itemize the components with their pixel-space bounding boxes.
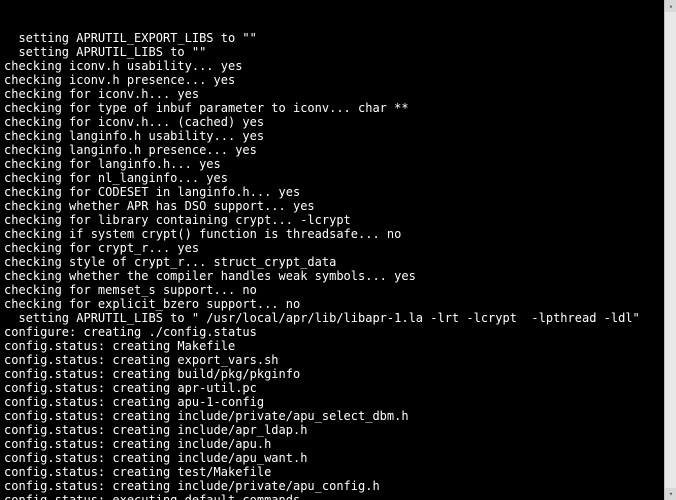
terminal-line: config.status: executing default command… [4,493,660,500]
terminal-line: checking for CODESET in langinfo.h... ye… [4,185,660,199]
scroll-up-button[interactable]: ▴ [665,0,676,12]
terminal-line: checking for type of inbuf parameter to … [4,101,660,115]
terminal-line: setting APRUTIL_LIBS to " /usr/local/apr… [4,311,660,325]
terminal-line: checking for iconv.h... yes [4,87,660,101]
terminal-line: checking iconv.h usability... yes [4,59,660,73]
terminal-line: checking iconv.h presence... yes [4,73,660,87]
terminal-line: checking for memset_s support... no [4,283,660,297]
terminal-line: config.status: creating include/apu.h [4,437,660,451]
terminal-line: config.status: creating test/Makefile [4,465,660,479]
terminal-line: setting APRUTIL_LIBS to "" [4,45,660,59]
terminal-line: checking for iconv.h... (cached) yes [4,115,660,129]
terminal-line: checking for explicit_bzero support... n… [4,297,660,311]
terminal-line: config.status: creating Makefile [4,339,660,353]
terminal-window[interactable]: setting APRUTIL_EXPORT_LIBS to "" settin… [0,0,664,500]
terminal-line: config.status: creating include/apr_ldap… [4,423,660,437]
terminal-line: checking for nl_langinfo... yes [4,171,660,185]
terminal-line: config.status: creating include/private/… [4,409,660,423]
terminal-line: checking langinfo.h usability... yes [4,129,660,143]
terminal-line: config.status: creating apr-util.pc [4,381,660,395]
terminal-line: checking whether the compiler handles we… [4,269,660,283]
terminal-line: config.status: creating include/private/… [4,479,660,493]
terminal-line: checking if system crypt() function is t… [4,227,660,241]
terminal-output: setting APRUTIL_EXPORT_LIBS to "" settin… [4,31,660,500]
terminal-line: checking for langinfo.h... yes [4,157,660,171]
terminal-line: config.status: creating build/pkg/pkginf… [4,367,660,381]
terminal-line: checking langinfo.h presence... yes [4,143,660,157]
terminal-line: configure: creating ./config.status [4,325,660,339]
terminal-line: checking whether APR has DSO support... … [4,199,660,213]
terminal-line: checking for library containing crypt...… [4,213,660,227]
scroll-down-button[interactable]: ▾ [665,488,676,500]
terminal-line: checking style of crypt_r... struct_cryp… [4,255,660,269]
vertical-scrollbar[interactable]: ▴ ▾ [664,0,676,500]
terminal-line: checking for crypt_r... yes [4,241,660,255]
terminal-line: setting APRUTIL_EXPORT_LIBS to "" [4,31,660,45]
terminal-line: config.status: creating apu-1-config [4,395,660,409]
terminal-line: config.status: creating include/apu_want… [4,451,660,465]
terminal-line: config.status: creating export_vars.sh [4,353,660,367]
